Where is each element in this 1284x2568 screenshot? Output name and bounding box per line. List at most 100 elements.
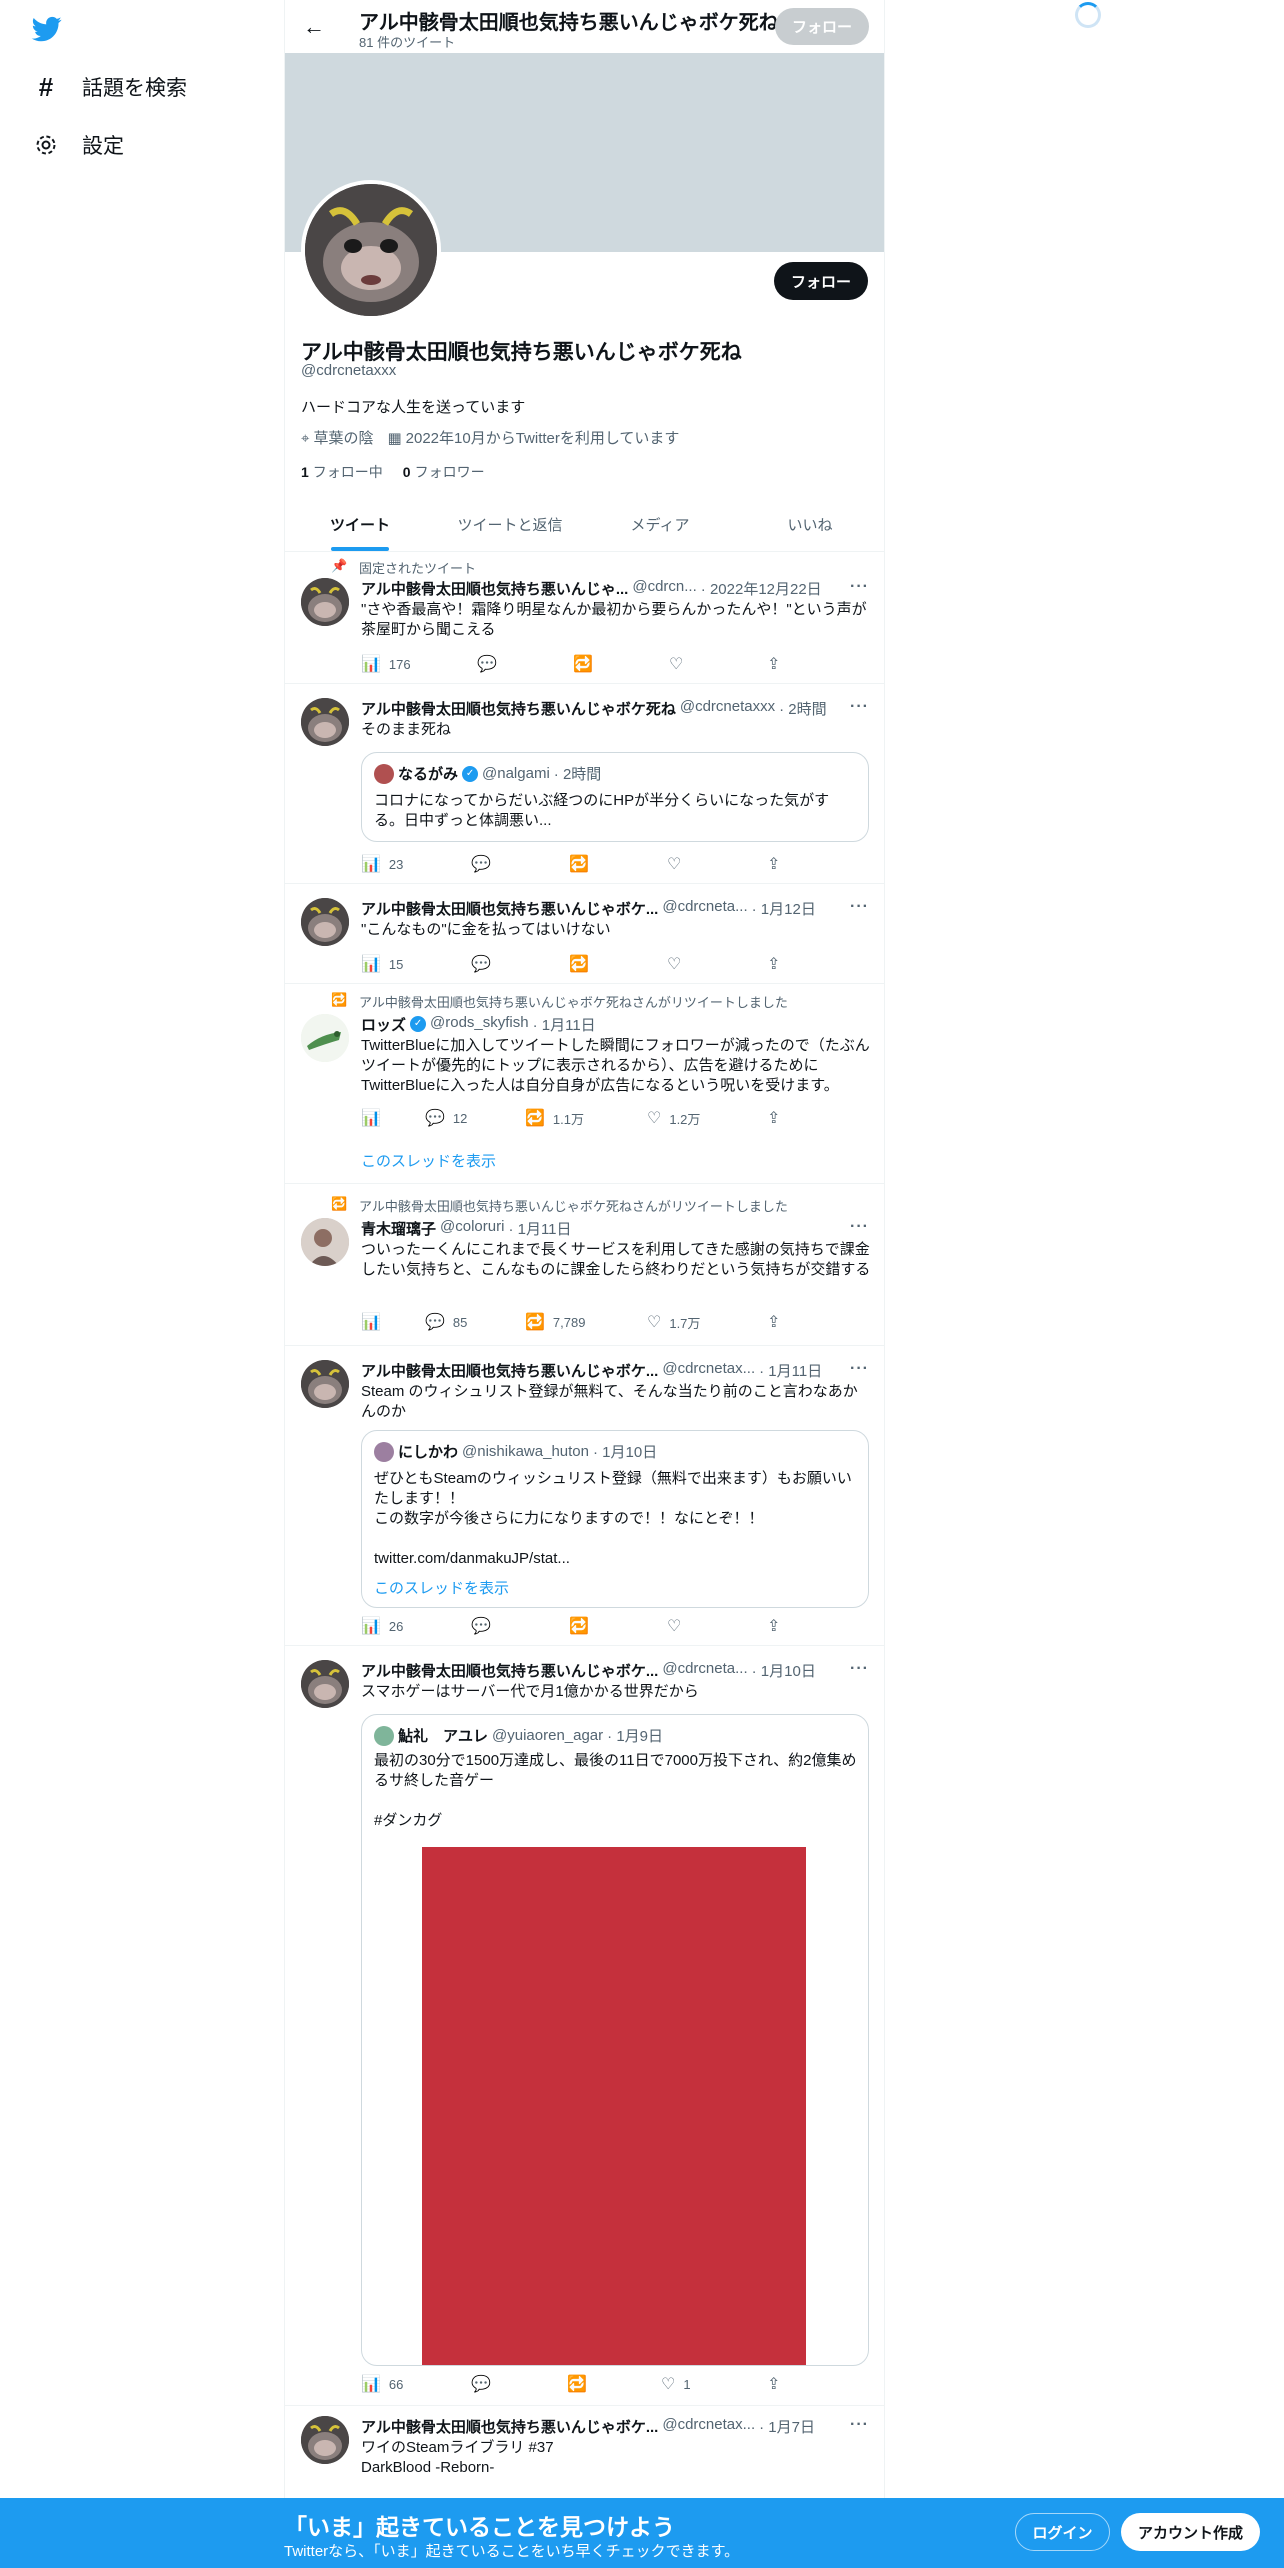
views-button[interactable]: 📊 23 xyxy=(361,854,403,874)
back-arrow-icon[interactable]: ← xyxy=(299,12,329,42)
tab-likes[interactable]: いいね xyxy=(735,498,884,551)
tweet-time[interactable]: · 2時間 xyxy=(779,698,827,719)
avatar[interactable] xyxy=(301,1360,349,1408)
profile-avatar[interactable] xyxy=(301,180,441,320)
retweet-button[interactable]: 🔁 xyxy=(569,1616,589,1636)
like-button[interactable]: ♡ xyxy=(669,654,683,674)
share-button[interactable]: ⇪ xyxy=(767,2374,780,2394)
views-button[interactable]: 📊 66 xyxy=(361,2374,403,2394)
avatar[interactable] xyxy=(301,1014,349,1062)
tweet[interactable]: 🔁 アル中骸骨太田順也気持ち悪いんじゃボケ死ねさんがリツイートしました 青木瑠璃… xyxy=(285,1184,884,1346)
views-button[interactable]: 📊 26 xyxy=(361,1616,403,1636)
like-button[interactable]: ♡ xyxy=(667,1616,681,1636)
tweet-time[interactable]: · 1月11日 xyxy=(533,1014,596,1035)
avatar[interactable] xyxy=(301,898,349,946)
tweet-author-name[interactable]: アル中骸骨太田順也気持ち悪いんじゃボケ死ね xyxy=(361,698,676,719)
tweet[interactable]: アル中骸骨太田順也気持ち悪いんじゃボケ... @cdrcneta... · 1月… xyxy=(285,884,884,984)
tweet-author-handle[interactable]: @rods_skyfish xyxy=(430,1014,529,1035)
reply-button[interactable]: 💬 xyxy=(471,954,491,974)
tweet-author-handle[interactable]: @coloruri xyxy=(440,1218,504,1239)
reply-button[interactable]: 💬 xyxy=(471,1616,491,1636)
tweet[interactable]: アル中骸骨太田順也気持ち悪いんじゃボケ... @cdrcneta... · 1月… xyxy=(285,1646,884,2406)
like-button[interactable]: ♡ 1.2万 xyxy=(647,1108,700,1128)
tweet-time[interactable]: · 1月12日 xyxy=(752,898,816,919)
nav-explore[interactable]: # 話題を検索 xyxy=(32,72,187,102)
tweet-time[interactable]: · 1月10日 xyxy=(752,1660,816,1681)
share-button[interactable]: ⇪ xyxy=(767,1312,780,1332)
tweet-author-handle[interactable]: @cdrcneta... xyxy=(662,1660,747,1681)
avatar[interactable] xyxy=(301,1660,349,1708)
twitter-logo-icon[interactable] xyxy=(30,14,64,44)
views-button[interactable]: 📊 176 xyxy=(361,654,411,674)
share-button[interactable]: ⇪ xyxy=(767,954,780,974)
retweet-button[interactable]: 🔁 xyxy=(569,954,589,974)
views-button[interactable]: 📊 xyxy=(361,1108,381,1128)
avatar[interactable] xyxy=(301,578,349,626)
more-icon[interactable]: ··· xyxy=(850,2416,869,2434)
tweet-author-name[interactable]: アル中骸骨太田順也気持ち悪いんじゃボケ... xyxy=(361,1360,658,1381)
more-icon[interactable]: ··· xyxy=(850,698,869,716)
avatar[interactable] xyxy=(301,2416,349,2464)
retweet-button[interactable]: 🔁 7,789 xyxy=(525,1312,585,1332)
tweet[interactable]: アル中骸骨太田順也気持ち悪いんじゃボケ死ね @cdrcnetaxxx · 2時間… xyxy=(285,684,884,884)
more-icon[interactable]: ··· xyxy=(850,898,869,916)
views-button[interactable]: 📊 xyxy=(361,1312,381,1332)
quoted-tweet[interactable]: 鮎礼 アユレ @yuiaoren_agar · 1月9日 最初の30分で1500… xyxy=(361,1714,869,2366)
tweet-author-handle[interactable]: @cdrcnetax... xyxy=(662,2416,755,2437)
reply-button[interactable]: 💬 xyxy=(471,2374,491,2394)
like-button[interactable]: ♡ xyxy=(667,854,681,874)
tweet-time[interactable]: · 2022年12月22日 xyxy=(701,578,822,599)
tweet-author-name[interactable]: 青木瑠璃子 xyxy=(361,1218,436,1239)
more-icon[interactable]: ··· xyxy=(850,578,869,596)
quoted-tweet[interactable]: にしかわ @nishikawa_huton · 1月10日 ぜひともSteamの… xyxy=(361,1430,869,1608)
tweet-time[interactable]: · 1月11日 xyxy=(759,1360,822,1381)
tweet-author-name[interactable]: アル中骸骨太田順也気持ち悪いんじゃボケ... xyxy=(361,1660,658,1681)
tweet-author-name[interactable]: アル中骸骨太田順也気持ち悪いんじゃボケ... xyxy=(361,898,658,919)
tweet-author-name[interactable]: アル中骸骨太田順也気持ち悪いんじゃ... xyxy=(361,578,628,599)
reply-button[interactable]: 💬 xyxy=(471,854,491,874)
views-button[interactable]: 📊 15 xyxy=(361,954,403,974)
share-button[interactable]: ⇪ xyxy=(767,1108,780,1128)
reply-button[interactable]: 💬 85 xyxy=(425,1312,467,1332)
retweet-button[interactable]: 🔁 xyxy=(573,654,593,674)
retweet-button[interactable]: 🔁 xyxy=(569,854,589,874)
tweet[interactable]: アル中骸骨太田順也気持ち悪いんじゃボケ... @cdrcnetax... · 1… xyxy=(285,2406,884,2498)
share-button[interactable]: ⇪ xyxy=(767,854,780,874)
followers-link[interactable]: 0 フォロワー xyxy=(403,462,485,482)
show-thread-link[interactable]: このスレッドを表示 xyxy=(361,1152,871,1172)
reply-button[interactable]: 💬 xyxy=(477,654,497,674)
tweet-author-handle[interactable]: @cdrcnetaxxx xyxy=(680,698,775,719)
login-button[interactable]: ログイン xyxy=(1015,2513,1110,2551)
tab-media[interactable]: メディア xyxy=(585,498,735,551)
tweet-author-handle[interactable]: @cdrcneta... xyxy=(662,898,747,919)
tweet[interactable]: 🔁 アル中骸骨太田順也気持ち悪いんじゃボケ死ねさんがリツイートしました ロッズ … xyxy=(285,984,884,1184)
quote-media-image[interactable] xyxy=(422,1847,806,2365)
nav-settings[interactable]: 設定 xyxy=(32,130,124,160)
reply-button[interactable]: 💬 12 xyxy=(425,1108,467,1128)
tweet-author-name[interactable]: アル中骸骨太田順也気持ち悪いんじゃボケ... xyxy=(361,2416,658,2437)
more-icon[interactable]: ··· xyxy=(850,1360,869,1378)
more-icon[interactable]: ··· xyxy=(850,1660,869,1678)
share-button[interactable]: ⇪ xyxy=(767,654,780,674)
tweet-time[interactable]: · 1月11日 xyxy=(508,1218,571,1239)
avatar[interactable] xyxy=(301,698,349,746)
tweet-author-handle[interactable]: @cdrcn... xyxy=(632,578,696,599)
tweet-author-name[interactable]: ロッズ xyxy=(361,1014,406,1035)
tab-tweets-and-replies[interactable]: ツイートと返信 xyxy=(435,498,585,551)
signup-button[interactable]: アカウント作成 xyxy=(1121,2513,1260,2551)
tab-tweets[interactable]: ツイート xyxy=(285,498,435,551)
avatar[interactable] xyxy=(301,1218,349,1266)
more-icon[interactable]: ··· xyxy=(850,1218,869,1236)
retweet-button[interactable]: 🔁 1.1万 xyxy=(525,1108,584,1128)
share-button[interactable]: ⇪ xyxy=(767,1616,780,1636)
like-button[interactable]: ♡ xyxy=(667,954,681,974)
following-link[interactable]: 1 フォロー中 xyxy=(301,462,383,482)
header-follow-button[interactable]: フォロー xyxy=(775,8,869,45)
tweet[interactable]: 📌 固定されたツイート アル中骸骨太田順也気持ち悪いんじゃ... @cdrcn.… xyxy=(285,552,884,684)
tweet-time[interactable]: · 1月7日 xyxy=(759,2416,815,2437)
show-thread-link[interactable]: このスレッドを表示 xyxy=(374,1579,858,1599)
tweet-author-handle[interactable]: @cdrcnetax... xyxy=(662,1360,755,1381)
like-button[interactable]: ♡ 1 xyxy=(661,2374,691,2394)
quoted-tweet[interactable]: なるがみ ✓ @nalgami · 2時間 コロナになってからだいぶ経つのにHP… xyxy=(361,752,869,842)
follow-button[interactable]: フォロー xyxy=(774,262,868,300)
